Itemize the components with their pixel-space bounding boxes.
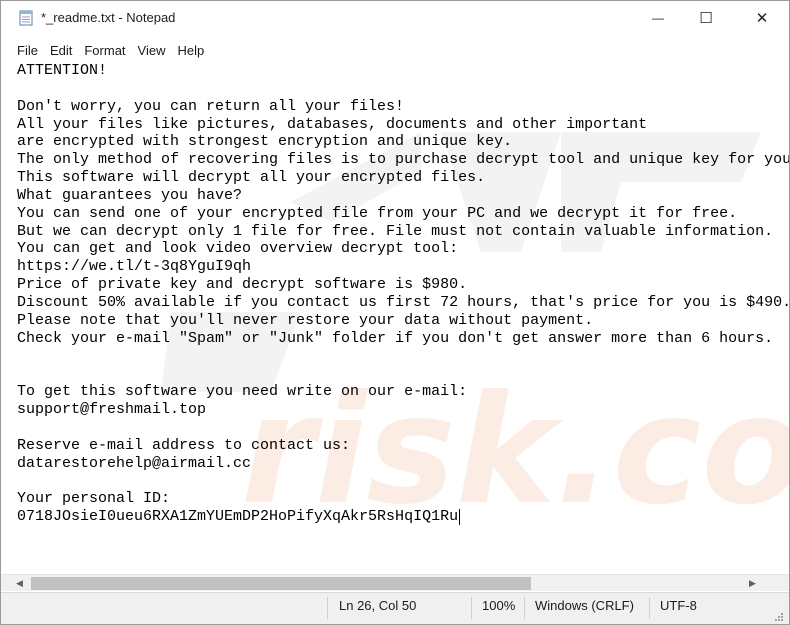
status-divider	[327, 597, 328, 619]
maximize-button[interactable]: ☐	[683, 1, 729, 35]
zoom-level: 100%	[482, 598, 516, 613]
menu-view[interactable]: View	[132, 41, 172, 61]
close-button[interactable]: ✕	[739, 1, 785, 35]
status-divider	[471, 597, 472, 619]
status-divider	[649, 597, 650, 619]
status-divider	[524, 597, 525, 619]
minimize-button[interactable]: —	[635, 1, 681, 35]
minimize-icon: —	[652, 11, 664, 25]
menu-help[interactable]: Help	[171, 41, 210, 61]
menu-edit[interactable]: Edit	[44, 41, 78, 61]
notepad-window: *_readme.txt - Notepad — ☐ ✕ File Edit F…	[0, 0, 790, 625]
maximize-icon: ☐	[699, 10, 713, 27]
text-caret	[459, 509, 461, 526]
document-text: ATTENTION! Don't worry, you can return a…	[17, 62, 789, 526]
cursor-position: Ln 26, Col 50	[339, 598, 417, 613]
menu-bar: File Edit Format View Help	[1, 41, 789, 61]
status-bar: Ln 26, Col 50 100% Windows (CRLF) UTF-8	[1, 592, 789, 624]
menu-file[interactable]: File	[11, 41, 44, 61]
close-icon: ✕	[755, 10, 769, 27]
encoding: UTF-8	[660, 598, 697, 613]
text-editor[interactable]: risk.com ATTENTION! Don't worry, you can…	[1, 62, 789, 574]
window-title: *_readme.txt - Notepad	[41, 10, 176, 25]
resize-grip-icon[interactable]	[773, 609, 783, 621]
scroll-thumb[interactable]	[31, 577, 531, 590]
scroll-right-icon[interactable]: ▶	[744, 575, 761, 592]
line-ending: Windows (CRLF)	[535, 598, 634, 613]
scroll-left-icon[interactable]: ◀	[11, 575, 28, 592]
notepad-icon	[19, 10, 33, 26]
horizontal-scrollbar[interactable]: ◀ ▶	[1, 574, 789, 591]
menu-format[interactable]: Format	[78, 41, 131, 61]
title-bar[interactable]: *_readme.txt - Notepad — ☐ ✕	[1, 1, 789, 35]
